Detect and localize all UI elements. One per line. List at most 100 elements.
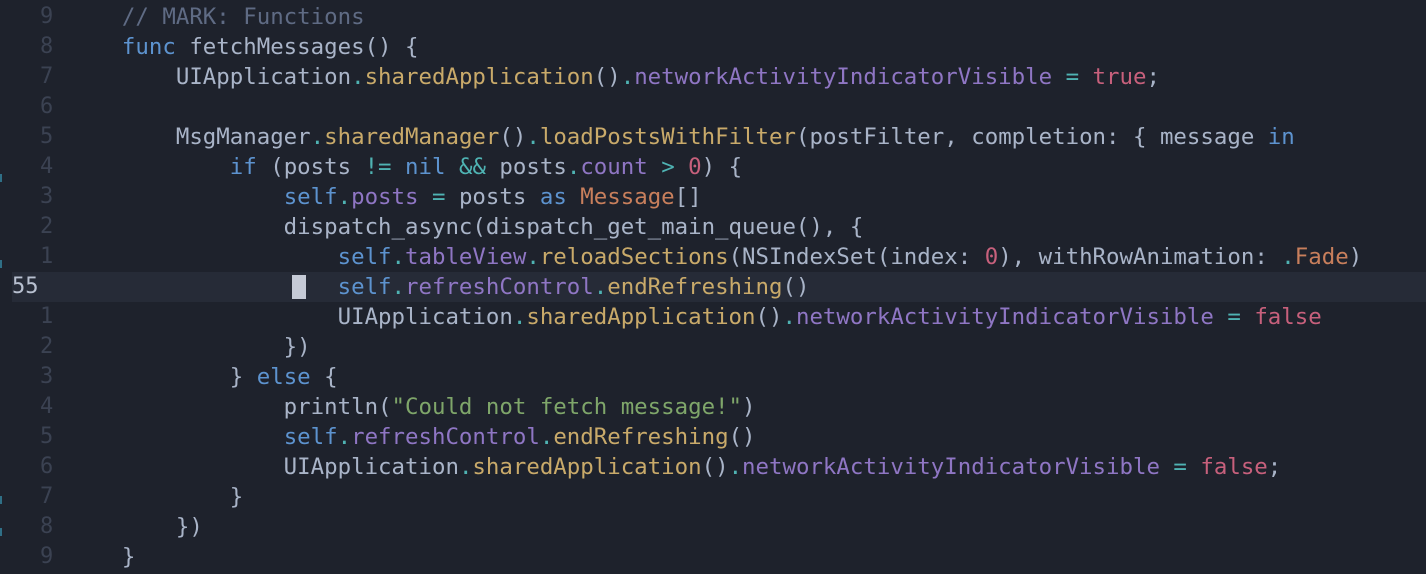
- code-line[interactable]: 2 }): [0, 332, 1426, 362]
- token-op: =: [1065, 64, 1080, 90]
- token-plain: ;: [1267, 454, 1282, 480]
- token-plain: }: [68, 364, 257, 390]
- token-fn: sharedApplication: [472, 454, 702, 480]
- token-prop: networkActivityIndicatorVisible: [742, 454, 1160, 480]
- code-line[interactable]: 6: [0, 92, 1426, 122]
- token-plain: }: [68, 544, 136, 570]
- token-num: 0: [688, 154, 702, 180]
- code-text: // MARK: Functions: [68, 2, 365, 32]
- line-number: 4: [40, 394, 54, 419]
- code-line[interactable]: 4 println("Could not fetch message!"): [0, 392, 1426, 422]
- code-line[interactable]: 9 // MARK: Functions: [0, 2, 1426, 32]
- token-op: &&: [458, 154, 486, 180]
- token-plain: posts: [445, 184, 540, 210]
- token-op: =: [431, 184, 446, 210]
- code-text: func fetchMessages() {: [68, 32, 419, 62]
- token-op: .: [310, 124, 325, 150]
- token-type: Fade: [1294, 244, 1349, 270]
- token-prop: count: [580, 154, 648, 180]
- token-plain: (): [728, 424, 756, 450]
- token-plain: ;: [1146, 64, 1160, 90]
- code-text: UIApplication.sharedApplication().networ…: [68, 302, 1322, 332]
- code-line[interactable]: 1 self.tableView.reloadSections(NSIndexS…: [0, 242, 1426, 272]
- line-number: 2: [40, 214, 54, 239]
- code-line[interactable]: 8 func fetchMessages() {: [0, 32, 1426, 62]
- code-line[interactable]: 5 MsgManager.sharedManager().loadPostsWi…: [0, 122, 1426, 152]
- token-plain: MsgManager: [68, 124, 311, 150]
- token-type: Message: [580, 184, 675, 210]
- code-line[interactable]: 7 UIApplication.sharedApplication().netw…: [0, 62, 1426, 92]
- line-number: 8: [40, 34, 54, 59]
- line-number: 2: [40, 334, 54, 359]
- line-number: 8: [40, 514, 54, 539]
- token-op: .: [351, 64, 365, 90]
- token-fn: sharedApplication: [364, 64, 594, 90]
- token-prop: posts: [351, 184, 419, 210]
- code-line[interactable]: 2 dispatch_async(dispatch_get_main_queue…: [0, 212, 1426, 242]
- token-bool: true: [1092, 64, 1147, 90]
- line-number: 7: [40, 484, 54, 509]
- token-op: .: [620, 64, 635, 90]
- code-text: UIApplication.sharedApplication().networ…: [68, 452, 1282, 482]
- code-line[interactable]: 4 if (posts != nil && posts.count > 0) {: [0, 152, 1426, 182]
- code-editor[interactable]: 9 // MARK: Functions 8 func fetchMessages…: [0, 0, 1426, 574]
- token-op: .: [512, 304, 527, 330]
- code-line-current[interactable]: 55 self.refreshControl.endRefreshing(): [12, 272, 1426, 302]
- token-plain: }: [68, 484, 244, 510]
- code-text: }): [68, 332, 311, 362]
- token-op: .: [593, 274, 608, 300]
- token-fn: reloadSections: [539, 244, 729, 270]
- code-line[interactable]: 5 self.refreshControl.endRefreshing(): [0, 422, 1426, 452]
- token-comment: // MARK: Functions: [121, 4, 365, 30]
- code-line[interactable]: 7 }: [0, 482, 1426, 512]
- token-op: .: [526, 124, 540, 150]
- line-number: 55: [12, 274, 39, 299]
- token-fn: loadPostsWithFilter: [539, 124, 796, 150]
- code-text: if (posts != nil && posts.count > 0) {: [68, 152, 742, 182]
- code-line[interactable]: 8 }): [0, 512, 1426, 542]
- token-fn: endRefreshing: [553, 424, 729, 450]
- token-op: .: [526, 244, 540, 270]
- code-text: UIApplication.sharedApplication().networ…: [68, 62, 1160, 92]
- code-line[interactable]: 3 } else {: [0, 362, 1426, 392]
- line-number: 1: [40, 304, 54, 329]
- token-op: .: [391, 274, 406, 300]
- token-plain: fetchMessages() {: [175, 34, 419, 60]
- token-op: .: [458, 454, 473, 480]
- code-line[interactable]: 1 UIApplication.sharedApplication().netw…: [0, 302, 1426, 332]
- code-text: }): [68, 512, 203, 542]
- token-bool: false: [1200, 454, 1268, 480]
- token-plain: ) {: [701, 154, 743, 180]
- token-plain: (): [593, 64, 621, 90]
- code-line[interactable]: 9 }: [0, 542, 1426, 572]
- token-op: .: [728, 454, 743, 480]
- code-text: self.tableView.reloadSections(NSIndexSet…: [68, 242, 1363, 272]
- code-line[interactable]: 3 self.posts = posts as Message[]: [0, 182, 1426, 212]
- token-plain: (NSIndexSet(index:: [728, 244, 985, 270]
- token-op: !=: [364, 154, 392, 180]
- token-plain: UIApplication: [68, 454, 459, 480]
- line-number: 6: [40, 94, 54, 119]
- token-plain: UIApplication: [68, 64, 352, 90]
- token-plain: (posts: [256, 154, 365, 180]
- token-bool: false: [1254, 304, 1322, 330]
- line-number: 3: [40, 184, 54, 209]
- token-kw: self: [337, 244, 392, 270]
- token-op: =: [1227, 304, 1241, 330]
- code-line[interactable]: 6 UIApplication.sharedApplication().netw…: [0, 452, 1426, 482]
- line-number: 5: [40, 424, 54, 449]
- line-number: 5: [40, 124, 54, 149]
- token-kw: func: [121, 34, 176, 60]
